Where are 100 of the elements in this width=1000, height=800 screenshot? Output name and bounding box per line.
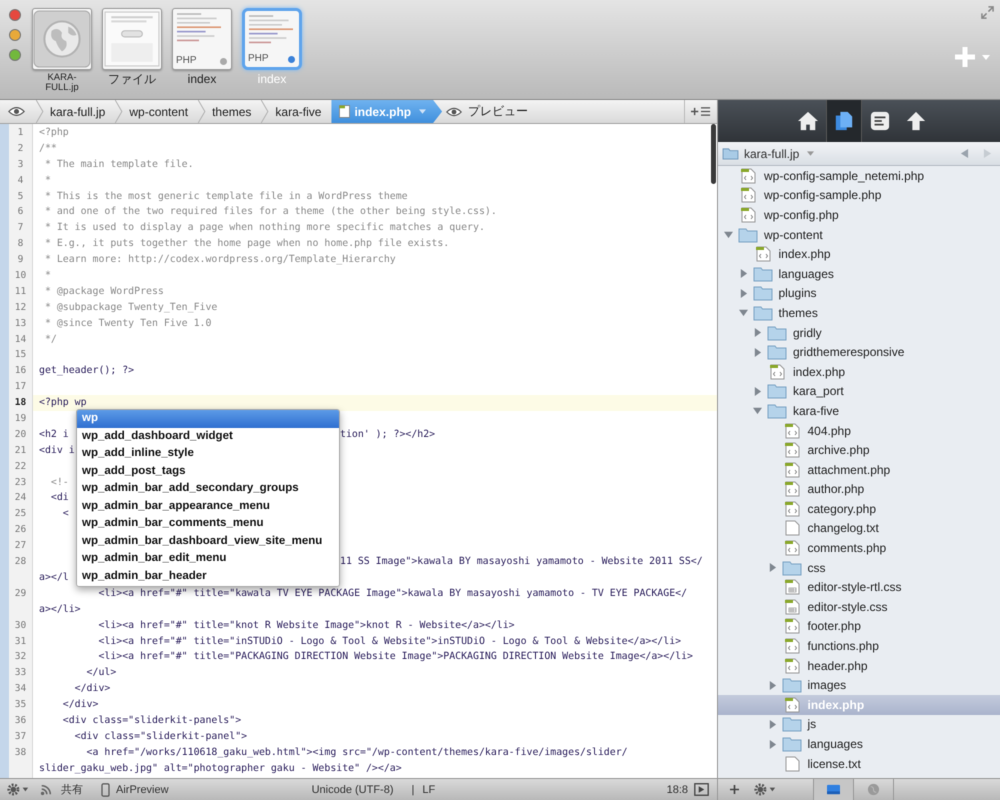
autocomplete-item[interactable]: wp	[77, 410, 339, 428]
breadcrumb-item[interactable]: kara-full.jp	[44, 100, 116, 123]
file-tree-item[interactable]: wp-config-sample_netemi.php	[718, 166, 1000, 186]
line-number: 34	[14, 682, 28, 696]
file-tree-item[interactable]: changelog.txt	[718, 518, 1000, 538]
file-tree-item[interactable]: gridly	[718, 322, 1000, 342]
line-number: 33	[14, 666, 28, 680]
disclosure-triangle[interactable]	[768, 680, 776, 690]
autocomplete-item[interactable]: wp_add_dashboard_widget	[77, 428, 339, 445]
file-tree-item[interactable]: archive.php	[718, 440, 1000, 460]
file-tree-item[interactable]: category.php	[718, 499, 1000, 519]
document-label[interactable]: ファイル	[102, 73, 162, 86]
file-tree-item[interactable]: license.txt	[718, 754, 1000, 774]
document-thumbnail[interactable]: PHP	[172, 8, 232, 70]
document-thumbnail[interactable]	[32, 8, 92, 70]
autocomplete-item[interactable]: wp_admin_bar_header	[77, 568, 339, 585]
line-ending-label[interactable]: LF	[422, 784, 436, 796]
file-tree-item[interactable]: js	[718, 714, 1000, 734]
code-line: 11 SS Image">kawala BY masayoshi yamamoto - Website 2011 SS</	[340, 555, 703, 570]
code-line: <li><a href="#" title="knot R Website Image">knot R - Website</a></li>	[97, 618, 515, 633]
document-thumbnail[interactable]	[102, 8, 162, 70]
file-tree-item[interactable]: author.php	[718, 480, 1000, 500]
autocomplete-item[interactable]: wp_admin_bar_comments_menu	[77, 515, 339, 532]
disclosure-triangle[interactable]	[753, 406, 762, 416]
location-label[interactable]: kara-full.jp	[744, 146, 800, 160]
autocomplete-item[interactable]: wp_admin_bar_appearance_menu	[77, 498, 339, 515]
settings-icon[interactable]	[753, 782, 777, 797]
file-tree-item[interactable]: wp-config-sample.php	[718, 186, 1000, 206]
add-icon[interactable]	[730, 785, 739, 794]
back-icon[interactable]	[960, 148, 969, 159]
settings-icon[interactable]	[6, 782, 30, 797]
scrollbar-thumb[interactable]	[711, 124, 716, 184]
separator-text: |	[411, 784, 414, 796]
zoom-button[interactable]	[9, 49, 21, 61]
file-tree-item[interactable]: functions.php	[718, 636, 1000, 656]
file-tree-item[interactable]: footer.php	[718, 616, 1000, 636]
autocomplete-item[interactable]: wp_admin_bar_dashboard_view_site_menu	[77, 532, 339, 550]
document-label[interactable]: KARA-FULL.jp	[40, 73, 84, 94]
file-tree-item[interactable]: kara-five	[718, 401, 1000, 421]
code-editor[interactable]	[0, 124, 717, 778]
disclosure-triangle[interactable]	[738, 269, 748, 278]
breadcrumb-item[interactable]: wp-content	[123, 100, 198, 123]
share-button[interactable]: 共有	[58, 782, 86, 797]
home-icon	[797, 111, 819, 131]
code-line: </div>	[74, 682, 110, 696]
file-tree-item[interactable]: gridthemeresponsive	[718, 342, 1000, 362]
preview-button[interactable]: プレビュー	[442, 100, 538, 123]
disclosure-triangle[interactable]	[753, 386, 762, 396]
file-tree-item[interactable]: kara_port	[718, 382, 1000, 402]
disclosure-triangle[interactable]	[753, 328, 762, 338]
encoding-label[interactable]: Unicode (UTF-8)	[312, 784, 394, 796]
close-button[interactable]	[9, 9, 21, 21]
autocomplete-item[interactable]: wp_admin_bar_add_secondary_groups	[77, 480, 339, 498]
file-tree-item[interactable]: languages	[718, 734, 1000, 754]
disclosure-triangle[interactable]	[768, 740, 776, 749]
eye-icon[interactable]	[8, 106, 25, 117]
add-list-icon[interactable]	[691, 106, 711, 117]
autocomplete-item[interactable]: wp_add_post_tags	[77, 462, 339, 480]
file-tree-item[interactable]: index.php	[718, 244, 1000, 264]
file-tree-item[interactable]: images	[718, 675, 1000, 696]
breadcrumb-item[interactable]: themes	[206, 100, 262, 123]
file-tree-item[interactable]: wp-content	[718, 224, 1000, 244]
folder-icon	[767, 383, 787, 400]
documents-icon	[833, 111, 855, 131]
file-tree-item[interactable]: header.php	[718, 656, 1000, 676]
sidebar-tab[interactable]	[826, 100, 862, 142]
airpreview-button[interactable]: AirPreview	[98, 782, 172, 796]
caret-icon[interactable]	[807, 151, 814, 156]
code-line: <div i	[39, 444, 75, 458]
file-tree-item[interactable]: editor-style-rtl.css	[718, 577, 1000, 598]
line-number: 24	[14, 491, 28, 506]
file-tree-item[interactable]: comments.php	[718, 538, 1000, 558]
autocomplete-item[interactable]: wp_add_inline_style	[77, 445, 339, 462]
code-line: get_header(); ?>	[39, 364, 134, 378]
file-tree-item[interactable]: index.php	[718, 362, 1000, 382]
document-thumbnail[interactable]: PHP	[242, 8, 302, 70]
panel-tab[interactable]	[814, 779, 854, 800]
disclosure-triangle[interactable]	[738, 308, 748, 318]
file-tree-item[interactable]: editor-style.css	[718, 597, 1000, 617]
broadcast-icon[interactable]	[40, 784, 52, 796]
fullscreen-icon[interactable]	[981, 6, 994, 19]
code-line: </ul>	[86, 666, 116, 680]
disclosure-triangle[interactable]	[768, 563, 776, 572]
file-tree-item[interactable]: themes	[718, 303, 1000, 323]
breadcrumb-item[interactable]: kara-five	[269, 100, 332, 123]
minimize-button[interactable]	[9, 29, 21, 41]
disclosure-triangle[interactable]	[768, 720, 776, 729]
autocomplete-item[interactable]: wp_admin_bar_edit_menu	[77, 550, 339, 568]
play-icon[interactable]	[694, 783, 709, 796]
disclosure-triangle[interactable]	[753, 348, 762, 357]
disclosure-triangle[interactable]	[738, 288, 748, 298]
line-number: 18	[14, 396, 28, 410]
document-label[interactable]: index	[172, 73, 232, 86]
file-tree-item[interactable]: css	[718, 558, 1000, 578]
file-tree-item[interactable]: wp-config.php	[718, 205, 1000, 225]
file-tree-item[interactable]: 404.php	[718, 420, 1000, 440]
file-tree-item[interactable]: plugins	[718, 284, 1000, 304]
file-tree-item[interactable]: languages	[718, 264, 1000, 284]
disclosure-triangle[interactable]	[724, 230, 733, 240]
file-tree-item[interactable]: attachment.php	[718, 460, 1000, 480]
